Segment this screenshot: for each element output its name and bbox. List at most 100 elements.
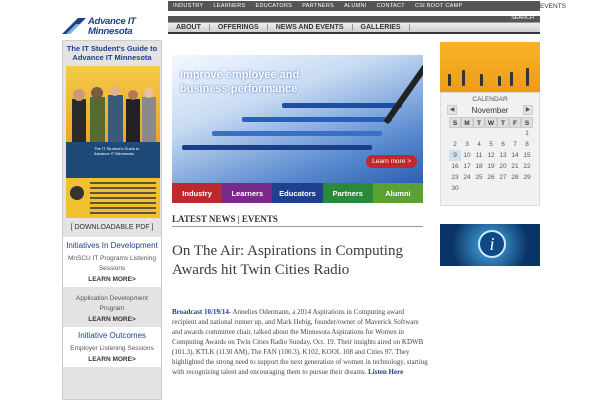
calendar-title: CALENDAR [472, 96, 508, 103]
calendar-day[interactable]: 1 [521, 128, 533, 139]
calendar-weekday: W [485, 117, 497, 128]
calendar-day[interactable]: 23 [449, 172, 461, 183]
calendar-day[interactable]: 6 [497, 139, 509, 150]
calendar-day[interactable]: 26 [485, 172, 497, 183]
calendar-empty-cell [461, 128, 473, 139]
calendar-day[interactable]: 9 [449, 150, 461, 161]
calendar-weekday: M [461, 117, 473, 128]
learn-more-link[interactable]: LEARN MORE> [65, 316, 159, 323]
mainnav-link-news-and-events[interactable]: NEWS AND EVENTS [268, 24, 353, 31]
mainnav-link-galleries[interactable]: GALLERIES [353, 24, 410, 31]
download-pdf-link[interactable]: [ DOWNLOADABLE PDF ] [63, 224, 161, 231]
app-dev-item[interactable]: Application Development Program [65, 294, 159, 314]
topnav-link-learners[interactable]: LEARNERS [208, 3, 250, 9]
guide-cover-image[interactable]: The IT Student's Guide to Advance IT Min… [66, 66, 160, 218]
site-logo[interactable]: Advance IT Minnesota [62, 14, 152, 38]
learn-more-link[interactable]: LEARN MORE> [65, 356, 159, 363]
calendar-day[interactable]: 10 [461, 150, 473, 161]
logo-swoosh-icon [62, 18, 86, 34]
calendar-day[interactable]: 8 [521, 139, 533, 150]
category-partners[interactable]: Partners [322, 183, 373, 203]
calendar-day[interactable]: 2 [449, 139, 461, 150]
calendar-day[interactable]: 19 [485, 161, 497, 172]
outcomes-section: Initiative Outcomes Employer Listening S… [63, 327, 161, 367]
calendar-day[interactable]: 21 [509, 161, 521, 172]
calendar-day[interactable]: 24 [461, 172, 473, 183]
calendar-day[interactable]: 25 [473, 172, 485, 183]
article-title[interactable]: On The Air: Aspirations in Computing Awa… [172, 242, 432, 280]
category-industry[interactable]: Industry [172, 183, 223, 203]
topnav-link-educators[interactable]: EDUCATORS [250, 3, 297, 9]
calendar-day[interactable]: 3 [461, 139, 473, 150]
calendar-empty-cell [461, 183, 473, 194]
calendar-day[interactable]: 7 [509, 139, 521, 150]
top-utility-nav: INDUSTRY LEARNERS EDUCATORS PARTNERS ALUMNI C… [168, 1, 540, 11]
calendar-month-nav: ◀ November ▶ [447, 105, 533, 115]
calendar-day[interactable]: 27 [497, 172, 509, 183]
calendar-day[interactable]: 17 [461, 161, 473, 172]
calendar-day[interactable]: 5 [485, 139, 497, 150]
seal-icon [70, 186, 84, 200]
calendar-empty-cell [521, 183, 533, 194]
learn-more-link[interactable]: LEARN MORE> [65, 276, 159, 283]
guide-cover-text-lines [90, 182, 156, 214]
mainnav-link-about[interactable]: ABOUT [168, 24, 210, 31]
prev-month-arrow-icon[interactable]: ◀ [447, 105, 457, 115]
calendar-empty-cell [485, 128, 497, 139]
mainnav-link-offerings[interactable]: OFFERINGS [210, 24, 268, 31]
calendar-day[interactable]: 13 [497, 150, 509, 161]
calendar-empty-cell [509, 128, 521, 139]
app-dev-section: Application Development Program LEARN MO… [63, 287, 161, 327]
photo-figure [480, 74, 483, 86]
photo-figure [462, 70, 465, 86]
commuters-photo[interactable] [440, 42, 540, 92]
calendar-day[interactable]: 4 [473, 139, 485, 150]
calendar-empty-cell [509, 183, 521, 194]
calendar-empty-cell [449, 128, 461, 139]
calendar-day[interactable]: 22 [521, 161, 533, 172]
hero-banner[interactable]: Improve employee and business performanc… [172, 55, 423, 183]
search-label[interactable]: SEARCH [511, 15, 534, 21]
calendar-day[interactable]: 29 [521, 172, 533, 183]
calendar-empty-cell [473, 183, 485, 194]
page: INDUSTRY LEARNERS EDUCATORS PARTNERS ALUMNI C… [0, 0, 600, 400]
calendar-day[interactable]: 11 [473, 150, 485, 161]
category-educators[interactable]: Educators [272, 183, 323, 203]
hero-learn-more-button[interactable]: Learn more > [366, 155, 417, 168]
listen-here-link[interactable]: Listen Here [368, 368, 403, 376]
calendar-day[interactable]: 16 [449, 161, 461, 172]
calendar-month-name: November [471, 105, 509, 115]
hero-bar [282, 103, 402, 108]
next-month-arrow-icon[interactable]: ▶ [523, 105, 533, 115]
category-learners[interactable]: Learners [222, 183, 273, 203]
hero-headline-2: business performance [180, 83, 298, 95]
topnav-link-csi-boot-camp[interactable]: CSI BOOT CAMP [410, 3, 468, 9]
info-banner[interactable]: i [440, 224, 540, 266]
calendar-day[interactable]: 12 [485, 150, 497, 161]
events-calendar: CALENDAR ◀ November ▶ S M T W T F S 1 2 3 4 5 6 7 8 9 10… [440, 92, 540, 206]
initiatives-item[interactable]: MnSCU IT Programs Listening Sessions [65, 254, 159, 274]
calendar-day[interactable]: 30 [449, 183, 461, 194]
photo-figure [448, 74, 451, 86]
calendar-weekday: T [473, 117, 485, 128]
calendar-empty-cell [497, 128, 509, 139]
topnav-link-partners[interactable]: PARTNERS [297, 3, 339, 9]
hero-bar [212, 131, 382, 136]
calendar-day[interactable]: 14 [509, 150, 521, 161]
initiatives-section: Initiatives In Development MnSCU IT Prog… [63, 237, 161, 287]
calendar-day[interactable]: 28 [509, 172, 521, 183]
calendar-day[interactable]: 20 [497, 161, 509, 172]
events-tab[interactable]: EVENTS [540, 3, 566, 10]
category-alumni[interactable]: Alumni [372, 183, 424, 203]
main-nav: ABOUT OFFERINGS NEWS AND EVENTS GALLERIES [168, 22, 540, 34]
topnav-link-industry[interactable]: INDUSTRY [168, 3, 208, 9]
logo-line2: Minnesota [88, 26, 133, 37]
calendar-day[interactable]: 18 [473, 161, 485, 172]
guide-title[interactable]: The IT Student's Guide to Advance IT Min… [63, 44, 161, 62]
info-icon: i [478, 230, 506, 258]
topnav-link-alumni[interactable]: ALUMNI [339, 3, 372, 9]
outcomes-item[interactable]: Employer Listening Sessions [65, 344, 159, 354]
calendar-day[interactable]: 15 [521, 150, 533, 161]
article-dateline: Broadcast 10/19/14 [172, 308, 229, 316]
topnav-link-contact[interactable]: CONTACT [372, 3, 410, 9]
